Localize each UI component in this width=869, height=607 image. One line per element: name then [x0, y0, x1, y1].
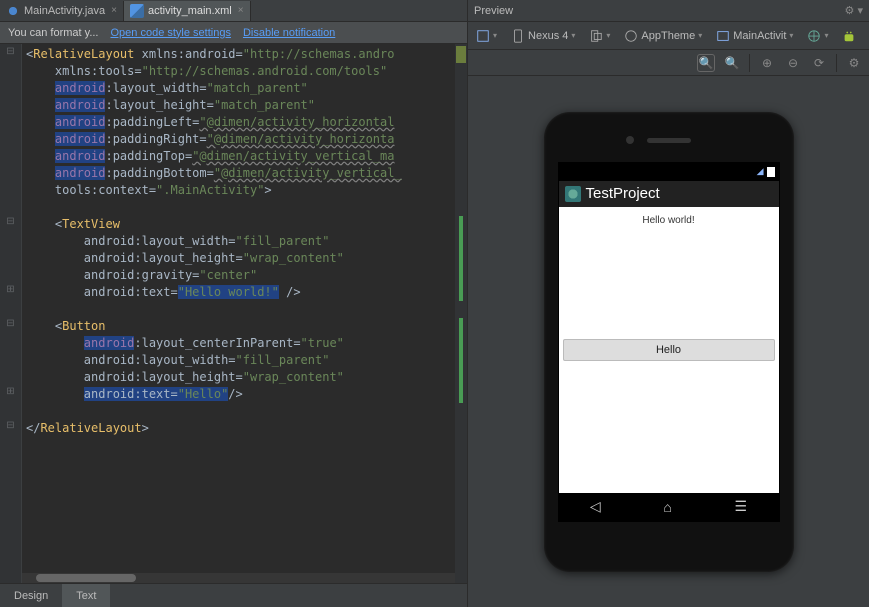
marker-bar: [455, 44, 467, 583]
editor-gutter: ⊟ ⊟⊞⊟⊞⊟: [0, 44, 22, 583]
settings-icon[interactable]: ⚙: [845, 54, 863, 72]
app-actionbar: TestProject: [559, 181, 779, 207]
orientation-dropdown[interactable]: ▾: [585, 27, 614, 45]
render-config-dropdown[interactable]: ▾: [472, 27, 501, 45]
code-content[interactable]: <RelativeLayout xmlns:android="http://sc…: [22, 44, 455, 583]
app-content: Hello world! Hello: [559, 207, 779, 493]
preview-canvas[interactable]: ◢ TestProject Hello world! Hello ◁ ⌂ ☰: [468, 76, 869, 607]
tab-activity-main-xml[interactable]: activity_main.xml ×: [124, 1, 251, 21]
signal-icon: ◢: [757, 166, 764, 177]
horizontal-scrollbar[interactable]: [22, 573, 455, 583]
zoom-out-icon[interactable]: ⊖: [784, 54, 802, 72]
android-navbar: ◁ ⌂ ☰: [559, 493, 779, 521]
preview-toolbar: ▾ Nexus 4▾ ▾ AppTheme▾ MainActivit▾ ▾: [468, 22, 869, 50]
java-file-icon: [6, 4, 20, 18]
activity-dropdown[interactable]: MainActivit▾: [712, 27, 797, 45]
camera-dot: [626, 136, 634, 144]
editor-bottom-tabs: Design Text: [0, 583, 467, 607]
device-screen: ◢ TestProject Hello world! Hello ◁ ⌂ ☰: [558, 162, 780, 522]
disable-notification-link[interactable]: Disable notification: [243, 27, 335, 39]
speaker-slot: [647, 138, 691, 143]
zoom-in-icon[interactable]: ⊕: [758, 54, 776, 72]
android-statusbar: ◢: [559, 163, 779, 181]
gear-icon[interactable]: ⚙ ▾: [845, 4, 863, 17]
notification-bar: You can format y... Open code style sett…: [0, 22, 467, 44]
button-hello[interactable]: Hello: [563, 339, 775, 361]
refresh-icon[interactable]: ⟳: [810, 54, 828, 72]
device-frame: ◢ TestProject Hello world! Hello ◁ ⌂ ☰: [544, 112, 794, 572]
notification-text: You can format y...: [8, 27, 99, 39]
tab-mainactivity-java[interactable]: MainActivity.java ×: [0, 1, 124, 21]
recents-icon[interactable]: ☰: [735, 498, 748, 515]
theme-dropdown[interactable]: AppTheme▾: [620, 27, 706, 45]
device-dropdown[interactable]: Nexus 4▾: [507, 27, 579, 45]
close-icon[interactable]: ×: [238, 5, 244, 16]
open-code-style-link[interactable]: Open code style settings: [111, 27, 231, 39]
home-icon[interactable]: ⌂: [663, 499, 671, 515]
tab-label: MainActivity.java: [24, 5, 105, 17]
back-icon[interactable]: ◁: [590, 498, 601, 515]
xml-file-icon: [130, 4, 144, 18]
tab-label: activity_main.xml: [148, 5, 232, 17]
preview-title: Preview: [474, 5, 513, 17]
battery-icon: [767, 167, 775, 177]
code-editor[interactable]: ⊟ ⊟⊞⊟⊞⊟ <RelativeLayout xmlns:android="h…: [0, 44, 467, 583]
tab-design[interactable]: Design: [0, 584, 62, 607]
app-icon: [565, 186, 581, 202]
preview-header: Preview ⚙ ▾: [468, 0, 869, 22]
textview-hello: Hello world!: [559, 207, 779, 226]
locale-dropdown[interactable]: ▾: [803, 27, 832, 45]
zoom-actual-icon[interactable]: 🔍: [723, 54, 741, 72]
zoom-fit-icon[interactable]: 🔍: [697, 54, 715, 72]
editor-tabs: MainActivity.java × activity_main.xml ×: [0, 0, 467, 22]
tab-text[interactable]: Text: [62, 584, 110, 607]
android-version-dropdown[interactable]: [838, 27, 860, 45]
app-title: TestProject: [586, 185, 660, 202]
close-icon[interactable]: ×: [111, 5, 117, 16]
preview-zoom-toolbar: 🔍 🔍 ⊕ ⊖ ⟳ ⚙: [468, 50, 869, 76]
